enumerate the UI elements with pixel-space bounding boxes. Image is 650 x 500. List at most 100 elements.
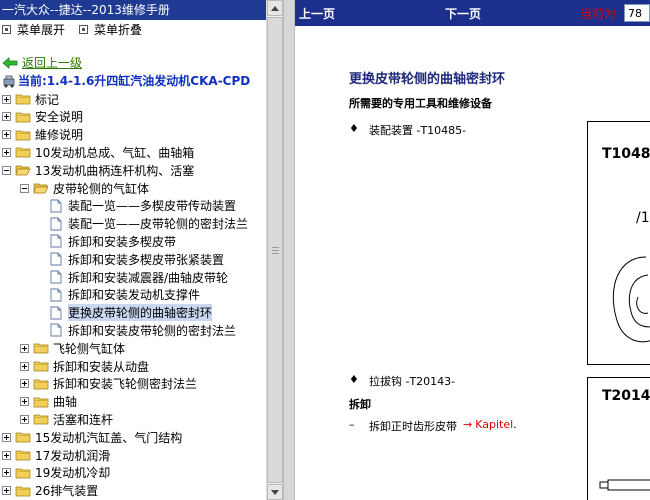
expand-toggle-icon[interactable] bbox=[20, 379, 29, 389]
folder-icon bbox=[15, 450, 31, 461]
collapse-menu-button[interactable]: 菜单折叠 bbox=[79, 21, 142, 38]
expand-toggle-icon[interactable] bbox=[20, 343, 29, 353]
step-1-text: 拆卸正时齿形皮带 bbox=[369, 420, 457, 433]
tool-item-1: ♦ 装配装置 -T10485- bbox=[349, 122, 466, 138]
scroll-down-button[interactable] bbox=[267, 484, 283, 500]
tree-item-label: 曲轴 bbox=[53, 395, 78, 410]
expand-toggle-icon[interactable] bbox=[2, 486, 11, 496]
current-section: 当前:1.4-1.6升四缸汽油发动机CKA-CPD bbox=[2, 72, 250, 89]
tree-item[interactable]: 拆卸和安装多楔皮带张紧装置 bbox=[50, 250, 224, 268]
tree-item-label: 10发动机总成、气缸、曲轴箱 bbox=[35, 145, 195, 160]
folder-icon bbox=[15, 486, 31, 496]
tree-item-label: 标记 bbox=[35, 92, 60, 107]
scroll-up-button[interactable] bbox=[267, 0, 283, 16]
back-up-label: 返回上一级 bbox=[22, 56, 83, 70]
tree-item-label: 維修说明 bbox=[35, 128, 84, 143]
expand-toggle-icon[interactable] bbox=[2, 468, 11, 478]
back-up-link[interactable]: 返回上一级 bbox=[2, 54, 82, 71]
tool-item-2-label: 拉拔钩 -T20143- bbox=[369, 375, 456, 388]
tree-item[interactable]: 拆卸和安装皮带轮侧的密封法兰 bbox=[50, 321, 236, 339]
step-dash: – bbox=[349, 418, 355, 431]
prev-page-link[interactable]: 上一页 bbox=[299, 5, 335, 22]
tree-item[interactable]: 曲轴 bbox=[20, 393, 77, 411]
tool-2-label: T2014 bbox=[602, 388, 650, 404]
kapitel-link[interactable]: Kapitel bbox=[475, 418, 513, 434]
tool-item-1-label: 装配装置 -T10485- bbox=[369, 124, 467, 137]
tree-item[interactable]: 拆卸和安装多楔皮带 bbox=[50, 232, 176, 250]
expand-toggle-icon[interactable] bbox=[20, 397, 29, 407]
collapse-toggle-icon[interactable] bbox=[20, 183, 29, 193]
toc-scrollbar[interactable] bbox=[266, 0, 283, 500]
tree-item[interactable]: 装配一览——多楔皮带传动装置 bbox=[50, 197, 236, 215]
link-arrow-icon: → bbox=[463, 418, 473, 431]
tree-item-label: 拆卸和安装皮带轮侧的密封法兰 bbox=[68, 323, 237, 338]
tree-item-label: 拆卸和安装飞轮侧密封法兰 bbox=[53, 377, 198, 392]
scroll-thumb[interactable] bbox=[267, 17, 283, 483]
tree-item[interactable]: 17发动机润滑 bbox=[2, 446, 110, 464]
tree-item[interactable]: 維修说明 bbox=[2, 126, 83, 144]
toc-pane: 一汽大众--捷达--2013维修手册 菜单展开 菜单折叠 返回上一级 当前:1.… bbox=[0, 0, 266, 500]
tree-item-label: 15发动机汽缸盖、气门结构 bbox=[35, 430, 183, 445]
folder-icon bbox=[15, 112, 31, 123]
bullet-icon: ♦ bbox=[349, 122, 359, 135]
tree-item[interactable]: 活塞和连杆 bbox=[20, 410, 113, 428]
bullet-icon: ♦ bbox=[349, 373, 359, 386]
collapse-icon bbox=[79, 24, 89, 34]
tree-item-label: 拆卸和安装多楔皮带张紧装置 bbox=[68, 252, 225, 267]
expand-toggle-icon[interactable] bbox=[2, 432, 11, 442]
tool-1-sub-label: /1 bbox=[636, 210, 650, 226]
back-arrow-icon bbox=[2, 56, 18, 69]
tree-item[interactable]: 19发动机冷却 bbox=[2, 464, 110, 482]
tree-item[interactable]: 装配一览——皮带轮侧的密封法兰 bbox=[50, 215, 248, 233]
tree-item-label: 活塞和连杆 bbox=[53, 412, 114, 427]
collapse-toggle-icon[interactable] bbox=[2, 165, 11, 175]
page-number-input[interactable] bbox=[624, 4, 650, 22]
expand-toggle-icon[interactable] bbox=[20, 361, 29, 371]
document-icon bbox=[50, 252, 62, 266]
content-pane: 上一页 下一页 当前为 更换皮带轮侧的曲轴密封环 所需要的专用工具和维修设备 ♦… bbox=[295, 0, 650, 500]
folder-icon bbox=[15, 94, 31, 105]
expand-toggle-icon[interactable] bbox=[2, 94, 11, 104]
tool-1-label: T1048 bbox=[602, 146, 650, 162]
tool-1-drawing bbox=[612, 256, 650, 343]
tool-illustration-1: T1048 /1 bbox=[587, 121, 650, 365]
tree-item[interactable]: 拆卸和安装从动盘 bbox=[20, 357, 149, 375]
tree-item[interactable]: 拆卸和安装发动机支撑件 bbox=[50, 286, 200, 304]
menu-bar: 菜单展开 菜单折叠 bbox=[0, 20, 266, 38]
document-icon bbox=[50, 288, 62, 302]
tree-item-label: 安全说明 bbox=[35, 110, 84, 125]
folder-icon bbox=[15, 468, 31, 479]
tree-item-label: 拆卸和安装减震器/曲轴皮带轮 bbox=[68, 270, 229, 285]
expand-toggle-icon[interactable] bbox=[2, 147, 11, 157]
expand-toggle-icon[interactable] bbox=[2, 130, 11, 140]
remove-heading: 拆卸 bbox=[349, 398, 371, 411]
grip-icon bbox=[271, 246, 279, 254]
tree-item[interactable]: 26排气装置 bbox=[2, 482, 98, 500]
folder-icon bbox=[33, 397, 49, 407]
tree-item-label: 17发动机润滑 bbox=[35, 448, 111, 463]
tree-item[interactable]: 皮带轮侧的气缸体 bbox=[20, 179, 149, 197]
expand-toggle-icon[interactable] bbox=[2, 112, 11, 122]
document-icon bbox=[50, 217, 62, 231]
tree-item[interactable]: 15发动机汽缸盖、气门结构 bbox=[2, 428, 182, 446]
next-page-link[interactable]: 下一页 bbox=[445, 5, 481, 22]
folder-icon bbox=[33, 361, 49, 372]
expand-toggle-icon[interactable] bbox=[2, 450, 11, 460]
tree-item[interactable]: 13发动机曲柄连杆机构、活塞 bbox=[2, 161, 194, 179]
tree-item[interactable]: 飞轮侧气缸体 bbox=[20, 339, 125, 357]
tree-item[interactable]: 10发动机总成、气缸、曲轴箱 bbox=[2, 143, 194, 161]
expand-toggle-icon[interactable] bbox=[20, 414, 29, 424]
folder-open-icon bbox=[15, 165, 31, 176]
tree-item[interactable]: 安全说明 bbox=[2, 108, 83, 126]
pane-splitter[interactable] bbox=[283, 0, 295, 500]
tree-item-label: 装配一览——多楔皮带传动装置 bbox=[68, 199, 237, 214]
expand-menu-button[interactable]: 菜单展开 bbox=[2, 21, 65, 38]
tree-item[interactable]: 更换皮带轮侧的曲轴密封环 bbox=[50, 304, 213, 322]
tool-2-drawing bbox=[599, 479, 650, 491]
document-icon bbox=[50, 323, 62, 337]
tree-item[interactable]: 标记 bbox=[2, 90, 59, 108]
manual-title: 一汽大众--捷达--2013维修手册 bbox=[0, 0, 266, 20]
folder-icon bbox=[33, 415, 49, 425]
tree-item[interactable]: 拆卸和安装减震器/曲轴皮带轮 bbox=[50, 268, 228, 286]
tree-item[interactable]: 拆卸和安装飞轮侧密封法兰 bbox=[20, 375, 197, 393]
